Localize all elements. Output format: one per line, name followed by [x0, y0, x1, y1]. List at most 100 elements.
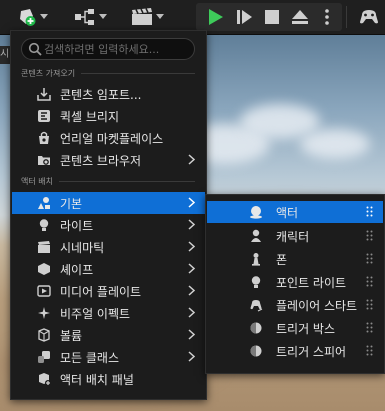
cinematic-icon — [36, 239, 52, 255]
menu-item-media-plate[interactable]: 미디어 플레이트 — [12, 280, 205, 302]
side-tab-label: 시 — [0, 49, 10, 60]
section-header-import: 콘텐츠 가져오기 — [21, 67, 195, 79]
cinematics-button[interactable] — [124, 5, 170, 29]
menu-item-label: 셰이프 — [60, 262, 94, 277]
submenu-item-label: 플레이어 스타트 — [276, 298, 358, 313]
submenu-item-character[interactable]: 캐릭터 — [207, 225, 383, 247]
search-box[interactable] — [21, 38, 195, 60]
chevron-down-icon — [155, 14, 164, 19]
submenu-item-label: 캐릭터 — [276, 229, 310, 244]
side-tab[interactable]: 시 — [0, 46, 10, 64]
platforms-button[interactable] — [356, 5, 382, 29]
chevron-right-icon — [188, 307, 195, 318]
blueprint-icon — [74, 9, 94, 25]
menu-item-shapes[interactable]: 셰이프 — [12, 258, 205, 280]
chevron-right-icon — [188, 329, 195, 340]
menu-item-label: 볼륨 — [60, 328, 83, 343]
menu-item-quixel-bridge[interactable]: 퀵셀 브리지 — [12, 105, 205, 127]
place-actors-panel-icon — [36, 371, 52, 387]
light-icon — [36, 217, 52, 233]
submenu-item-actor[interactable]: 액터 — [207, 201, 383, 223]
all-classes-icon — [36, 349, 52, 365]
chevron-right-icon — [188, 263, 195, 274]
menu-item-basic[interactable]: 기본 — [12, 192, 205, 214]
character-icon — [248, 228, 264, 244]
menu-item-lights[interactable]: 라이트 — [12, 214, 205, 236]
submenu-item-trigger-sphere[interactable]: 트리거 스피어 — [207, 340, 383, 362]
play-button[interactable] — [202, 5, 228, 29]
chevron-right-icon — [188, 154, 195, 165]
menu-item-label: 미디어 플레이트 — [60, 284, 142, 299]
stop-button[interactable] — [259, 5, 285, 29]
submenu-item-point-light[interactable]: 포인트 라이트 — [207, 271, 383, 293]
menu-item-label: 시네마틱 — [60, 240, 105, 255]
pawn-icon — [248, 251, 264, 267]
menu-item-label: 모든 클래스 — [60, 350, 120, 365]
drag-handle-icon[interactable] — [366, 230, 373, 241]
menu-item-import-content[interactable]: 콘텐츠 임포트... — [12, 83, 205, 105]
toolbar-divider — [346, 6, 347, 28]
visual-effects-icon — [36, 305, 52, 321]
submenu-item-label: 액터 — [276, 205, 299, 220]
search-input[interactable] — [44, 41, 184, 57]
chevron-down-icon — [98, 14, 107, 19]
section-header-place-actors: 액터 배치 — [21, 175, 195, 187]
search-icon — [28, 42, 42, 56]
bridge-icon — [36, 108, 52, 124]
eject-icon — [292, 10, 308, 24]
menu-item-label: 액터 배치 패널 — [60, 372, 134, 387]
step-icon — [237, 10, 252, 24]
submenu-item-label: 트리거 스피어 — [276, 344, 347, 359]
drag-handle-icon[interactable] — [366, 206, 373, 217]
stop-icon — [265, 10, 279, 24]
cinematics-icon — [131, 8, 152, 25]
menu-item-label: 언리얼 마켓플레이스 — [60, 131, 164, 146]
more-icon — [325, 9, 329, 25]
play-icon — [209, 9, 223, 25]
section-divider — [81, 72, 195, 74]
submenu-item-trigger-box[interactable]: 트리거 박스 — [207, 317, 383, 339]
more-options-button[interactable] — [316, 5, 338, 29]
drag-handle-icon[interactable] — [366, 322, 373, 333]
submenu-item-player-start[interactable]: 플레이어 스타트 — [207, 294, 383, 316]
import-icon — [36, 86, 52, 102]
blueprint-button[interactable] — [68, 5, 112, 29]
section-divider — [58, 180, 195, 182]
section-label: 액터 배치 — [21, 176, 53, 186]
menu-item-place-actors-panel[interactable]: 액터 배치 패널 — [12, 368, 205, 390]
add-content-button[interactable] — [10, 5, 54, 29]
volume-icon — [36, 327, 52, 343]
basic-actors-submenu: 액터 캐릭터 폰 포인트 라이트 플레이어 스타트 트리거 박스 트리거 스피어 — [205, 194, 385, 374]
chevron-down-icon — [39, 14, 48, 19]
menu-item-visual-effects[interactable]: 비주얼 이펙트 — [12, 302, 205, 324]
drag-handle-icon[interactable] — [366, 299, 373, 310]
cloud — [300, 129, 370, 159]
add-content-menu: 콘텐츠 가져오기 콘텐츠 임포트... 퀵셀 브리지 언리얼 마켓플레이스 콘텐… — [10, 30, 207, 400]
chevron-right-icon — [188, 285, 195, 296]
drag-handle-icon[interactable] — [366, 253, 373, 264]
platforms-icon — [360, 10, 378, 24]
menu-item-cinematic[interactable]: 시네마틱 — [12, 236, 205, 258]
media-plate-icon — [36, 283, 52, 299]
chevron-right-icon — [188, 351, 195, 362]
shape-icon — [36, 261, 52, 277]
submenu-item-label: 트리거 박스 — [276, 321, 336, 336]
content-browser-icon — [36, 152, 52, 168]
actor-icon — [248, 204, 264, 220]
section-label: 콘텐츠 가져오기 — [21, 68, 76, 78]
drag-handle-icon[interactable] — [366, 345, 373, 356]
submenu-item-label: 폰 — [276, 252, 288, 267]
submenu-item-pawn[interactable]: 폰 — [207, 248, 383, 270]
menu-item-all-classes[interactable]: 모든 클래스 — [12, 346, 205, 368]
menu-item-content-browser[interactable]: 콘텐츠 브라우저 — [12, 149, 205, 171]
step-button[interactable] — [231, 5, 257, 29]
point-light-icon — [248, 274, 264, 290]
chevron-right-icon — [188, 219, 195, 230]
menu-item-volumes[interactable]: 볼륨 — [12, 324, 205, 346]
submenu-item-label: 포인트 라이트 — [276, 275, 347, 290]
menu-item-marketplace[interactable]: 언리얼 마켓플레이스 — [12, 127, 205, 149]
player-start-icon — [248, 297, 264, 313]
drag-handle-icon[interactable] — [366, 276, 373, 287]
marketplace-icon — [36, 130, 52, 146]
eject-button[interactable] — [287, 5, 313, 29]
